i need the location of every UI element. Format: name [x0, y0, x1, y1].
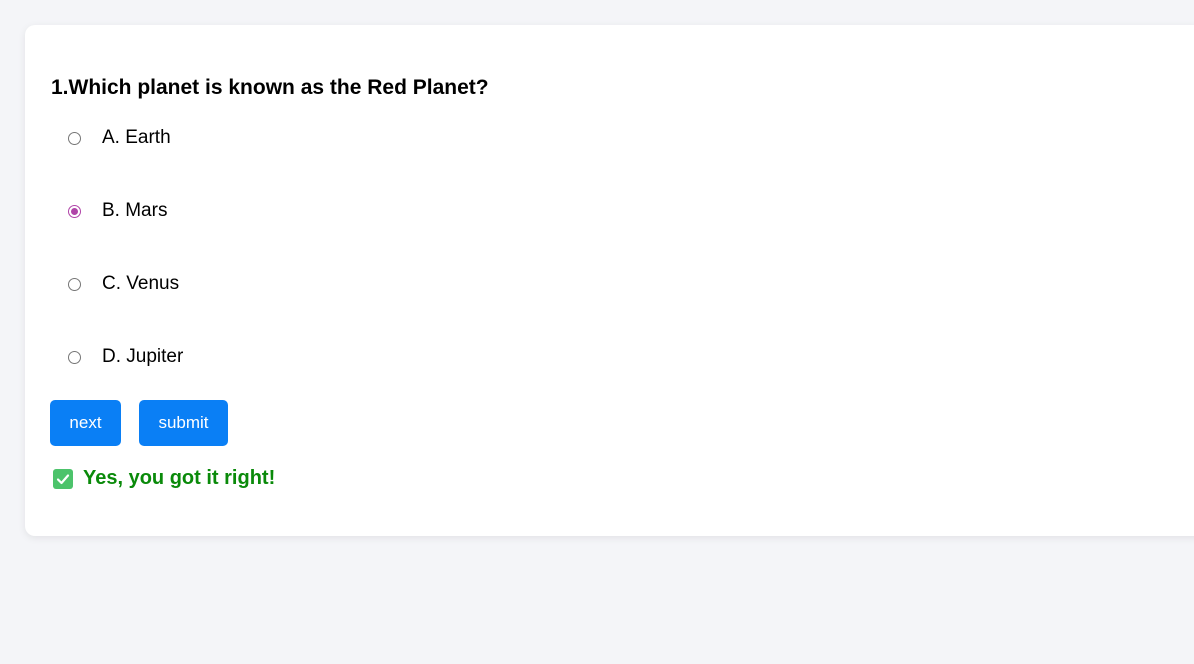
option-d-label: D. Jupiter [102, 346, 184, 367]
check-mark-icon [53, 468, 73, 489]
option-c-label: C. Venus [102, 273, 180, 294]
option-c[interactable]: C. Venus [68, 273, 179, 295]
option-a[interactable]: A. Earth [68, 127, 171, 149]
submit-button[interactable]: submit [139, 400, 228, 446]
option-d[interactable]: D. Jupiter [68, 346, 183, 368]
quiz-card: 1.Which planet is known as the Red Plane… [25, 25, 1194, 536]
feedback-text: Yes, you got it right! [83, 467, 276, 489]
question-text: 1.Which planet is known as the Red Plane… [51, 76, 489, 99]
option-b[interactable]: B. Mars [68, 200, 167, 222]
option-a-label: A. Earth [102, 127, 171, 148]
option-b-radio[interactable] [68, 204, 81, 218]
option-b-label: B. Mars [102, 200, 168, 221]
feedback-message: Yes, you got it right! [53, 467, 275, 490]
option-d-radio[interactable] [68, 350, 81, 364]
next-button[interactable]: next [50, 400, 121, 446]
option-a-radio[interactable] [68, 131, 81, 145]
option-c-radio[interactable] [68, 277, 81, 291]
